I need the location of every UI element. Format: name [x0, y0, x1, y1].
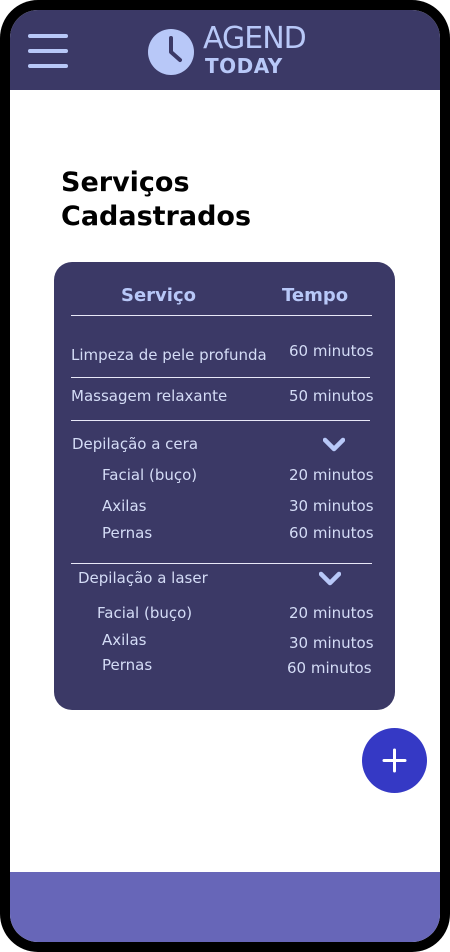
chevron-down-icon[interactable] [323, 437, 345, 453]
sub-service-time: 30 minutos [289, 634, 374, 652]
column-header-service: Serviço [121, 285, 196, 306]
service-group-name[interactable]: Depilação a cera [72, 435, 198, 453]
service-name: Limpeza de pele profunda [71, 346, 267, 364]
header-divider [71, 315, 372, 316]
sub-service-name: Facial (buço) [102, 466, 198, 484]
service-time: 50 minutos [289, 387, 374, 405]
chevron-down-icon[interactable] [319, 571, 341, 587]
column-header-time: Tempo [282, 285, 349, 306]
app-screen: AGEND TODAY Serviços Cadastrados Serviço… [10, 10, 440, 942]
phone-frame: AGEND TODAY Serviços Cadastrados Serviço… [0, 0, 450, 952]
service-name: Massagem relaxante [71, 387, 228, 405]
page-title: Serviços Cadastrados [61, 167, 252, 232]
sub-service-time: 60 minutos [289, 524, 374, 542]
row-divider [71, 563, 372, 564]
sub-service-time: 20 minutos [289, 466, 374, 484]
sub-service-name: Pernas [102, 656, 153, 674]
hamburger-menu-icon[interactable] [28, 34, 68, 68]
logo-text-today: TODAY [205, 54, 283, 78]
logo-text-agend: AGEND [203, 21, 307, 56]
clock-icon [148, 29, 194, 75]
plus-icon [382, 748, 407, 773]
service-time: 60 minutos [289, 342, 374, 360]
row-divider [71, 420, 370, 421]
row-divider [71, 377, 370, 378]
sub-service-name: Axilas [102, 497, 147, 515]
sub-service-name: Facial (buço) [97, 604, 193, 622]
sub-service-time: 20 minutos [289, 604, 374, 622]
top-app-bar: AGEND TODAY [10, 10, 440, 90]
service-group-name[interactable]: Depilação a laser [78, 569, 208, 587]
app-logo: AGEND TODAY [147, 21, 317, 82]
bottom-bar [10, 872, 440, 942]
sub-service-time: 60 minutos [287, 659, 372, 677]
services-table-card: Serviço Tempo Limpeza de pele profunda 6… [54, 262, 395, 710]
sub-service-name: Axilas [102, 631, 147, 649]
add-service-button[interactable] [362, 728, 427, 793]
sub-service-time: 30 minutos [289, 497, 374, 515]
sub-service-name: Pernas [102, 524, 153, 542]
